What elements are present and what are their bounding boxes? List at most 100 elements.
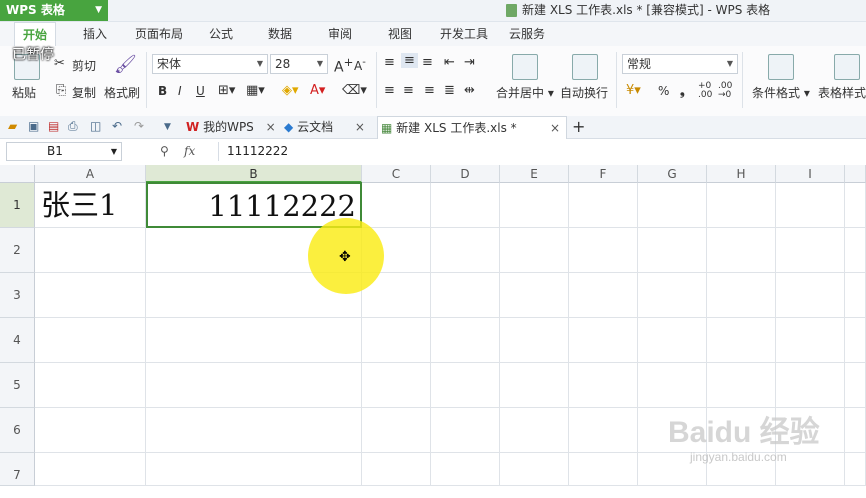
font-color-icon[interactable]: A▾: [310, 83, 325, 98]
export-pdf-icon[interactable]: ▤: [48, 119, 59, 133]
copy-button[interactable]: 复制: [72, 84, 96, 101]
grid-cell[interactable]: [776, 273, 845, 318]
conditional-format-button[interactable]: 条件格式 ▾: [752, 84, 810, 101]
tab-cloud-service[interactable]: 云服务: [509, 22, 545, 46]
grid-cell[interactable]: [362, 363, 431, 408]
align-right-icon[interactable]: ≡: [424, 83, 435, 98]
grid-cell[interactable]: [569, 453, 638, 486]
indent-decrease-icon[interactable]: ⇤: [444, 55, 455, 70]
grid-cell[interactable]: [845, 183, 866, 228]
grid-cell[interactable]: [569, 408, 638, 453]
format-painter-icon[interactable]: 🖌: [114, 54, 137, 75]
open-folder-icon[interactable]: ▰: [8, 119, 17, 133]
decrease-decimal-button[interactable]: .00 →0: [718, 82, 732, 100]
grid-cell[interactable]: [35, 228, 146, 273]
column-header-a[interactable]: A: [35, 165, 146, 183]
grid-cell[interactable]: [707, 183, 776, 228]
cut-button[interactable]: 剪切: [72, 57, 96, 74]
grid-cell[interactable]: [845, 453, 866, 486]
column-header-c[interactable]: C: [362, 165, 431, 183]
grid-cell[interactable]: [707, 228, 776, 273]
grid-cell[interactable]: [569, 273, 638, 318]
clear-format-icon[interactable]: ⌫▾: [342, 83, 367, 98]
grid-cell[interactable]: [776, 183, 845, 228]
grid-cell[interactable]: [362, 408, 431, 453]
grid-cell[interactable]: [500, 363, 569, 408]
underline-button[interactable]: U: [196, 84, 205, 98]
formula-input[interactable]: 11112222: [218, 142, 858, 161]
grid-cell[interactable]: [569, 183, 638, 228]
scissors-icon[interactable]: ✂: [54, 56, 65, 71]
number-format-select[interactable]: 常规 ▼: [622, 54, 738, 74]
grid-cell[interactable]: [431, 408, 500, 453]
grid-cell[interactable]: [707, 318, 776, 363]
row-header-2[interactable]: 2: [0, 228, 35, 273]
grid-cell[interactable]: [362, 453, 431, 486]
save-icon[interactable]: ▣: [28, 119, 39, 133]
insert-function-button[interactable]: fx: [184, 144, 195, 158]
grid-cell[interactable]: [776, 228, 845, 273]
undo-icon[interactable]: ↶: [112, 119, 122, 133]
print-preview-icon[interactable]: ◫: [90, 119, 101, 133]
close-icon[interactable]: ×: [266, 120, 276, 134]
justify-icon[interactable]: ≣: [444, 83, 455, 98]
cell-a1[interactable]: 张三1: [35, 183, 146, 228]
grid-cell[interactable]: [146, 363, 362, 408]
grid-cell[interactable]: [35, 453, 146, 486]
align-top-icon[interactable]: ≡: [384, 55, 395, 70]
copy-icon[interactable]: ⎘: [56, 83, 66, 98]
grid-cell[interactable]: [638, 183, 707, 228]
format-painter-button[interactable]: 格式刷: [104, 84, 140, 101]
row-header-7[interactable]: 7: [0, 453, 35, 486]
tab-developer[interactable]: 开发工具: [440, 22, 488, 46]
align-middle-icon[interactable]: ≡: [401, 53, 418, 68]
fill-color-icon[interactable]: ◈▾: [282, 83, 299, 98]
row-header-5[interactable]: 5: [0, 363, 35, 408]
column-header-h[interactable]: H: [707, 165, 776, 183]
grid-cell[interactable]: [845, 273, 866, 318]
conditional-format-icon[interactable]: [768, 54, 794, 80]
grid-cell[interactable]: [638, 318, 707, 363]
cell-style-icon[interactable]: ▦▾: [246, 83, 265, 98]
indent-increase-icon[interactable]: ⇥: [464, 55, 475, 70]
grid-cell[interactable]: [431, 318, 500, 363]
bold-button[interactable]: B: [158, 84, 167, 98]
grid-cell[interactable]: [146, 453, 362, 486]
font-size-select[interactable]: 28 ▼: [270, 54, 328, 74]
column-header-j[interactable]: [845, 165, 866, 183]
grid-cell[interactable]: [35, 318, 146, 363]
grid-cell[interactable]: [431, 273, 500, 318]
grid-cell[interactable]: [776, 318, 845, 363]
grid-cell[interactable]: [500, 318, 569, 363]
font-name-select[interactable]: 宋体 ▼: [152, 54, 268, 74]
wps-menu-button[interactable]: WPS 表格 ▼: [0, 0, 108, 21]
row-header-3[interactable]: 3: [0, 273, 35, 318]
column-header-b[interactable]: B: [146, 165, 362, 183]
tab-page-layout[interactable]: 页面布局: [135, 22, 183, 46]
grid-cell[interactable]: [500, 183, 569, 228]
doc-tab-cloud-docs[interactable]: ◆ 云文档 ×: [284, 116, 372, 138]
grid-cell[interactable]: [431, 228, 500, 273]
align-center-icon[interactable]: ≡: [403, 83, 414, 98]
grid-cell[interactable]: [776, 363, 845, 408]
tab-view[interactable]: 视图: [388, 22, 412, 46]
table-style-icon[interactable]: [834, 54, 860, 80]
new-tab-icon[interactable]: +: [572, 117, 585, 136]
column-header-f[interactable]: F: [569, 165, 638, 183]
grid-cell[interactable]: [569, 318, 638, 363]
tab-formulas[interactable]: 公式: [209, 22, 233, 46]
column-header-d[interactable]: D: [431, 165, 500, 183]
merge-center-icon[interactable]: [512, 54, 538, 80]
doc-tab-active[interactable]: ▦ 新建 XLS 工作表.xls * ×: [377, 116, 567, 139]
align-left-icon[interactable]: ≡: [384, 83, 395, 98]
grow-font-button[interactable]: A+: [334, 55, 353, 76]
tab-insert[interactable]: 插入: [83, 22, 107, 46]
grid-cell[interactable]: [569, 228, 638, 273]
redo-icon[interactable]: ↷: [134, 119, 144, 133]
grid-cell[interactable]: [638, 363, 707, 408]
grid-cell[interactable]: [362, 183, 431, 228]
percent-button[interactable]: %: [658, 84, 669, 98]
grid-cell[interactable]: [845, 363, 866, 408]
table-style-button[interactable]: 表格样式: [818, 84, 866, 101]
distributed-icon[interactable]: ⇹: [464, 83, 475, 98]
